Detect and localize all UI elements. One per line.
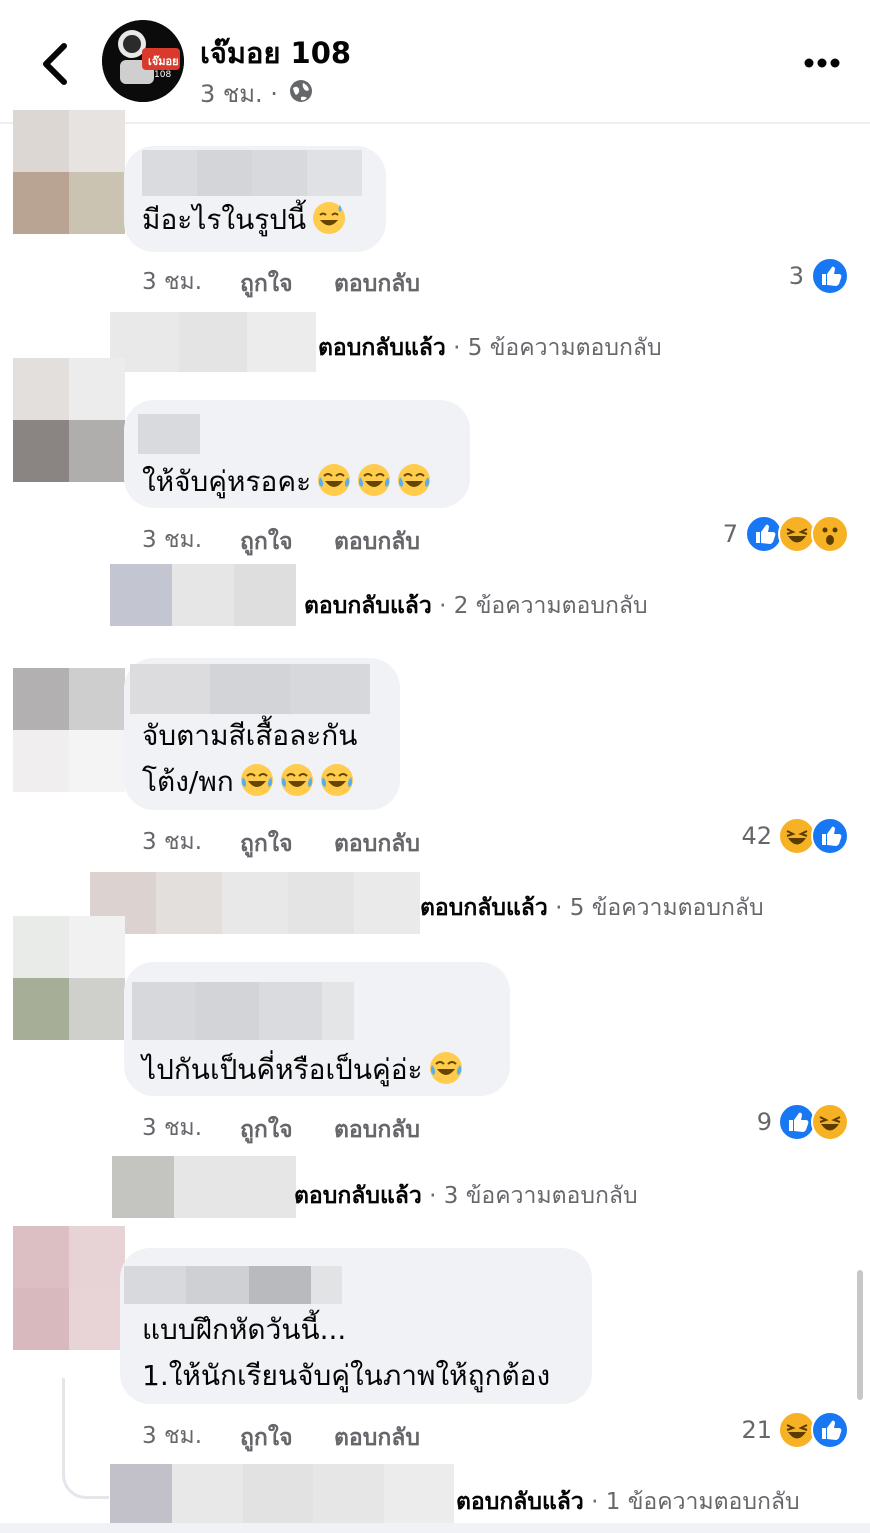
wow-reaction-icon[interactable]	[811, 515, 849, 553]
like-button[interactable]: ถูกใจ	[240, 1420, 293, 1456]
comment-text: จับตามสีเสื้อละกัน	[142, 719, 358, 752]
thread-connector-line	[62, 1378, 109, 1499]
replier-avatar[interactable]	[110, 564, 296, 626]
post-time: 3 ชม. ·	[200, 80, 278, 108]
tears-of-joy-emoji-icon	[398, 464, 431, 496]
view-replies-link[interactable]: ตอบกลับแล้ว · 5 ข้อความตอบกลับ	[420, 890, 764, 926]
haha-reaction-icon[interactable]	[811, 1103, 849, 1141]
comment-time: 3 ชม.	[142, 1115, 203, 1141]
reply-button[interactable]: ตอบกลับ	[334, 524, 420, 560]
commenter-name[interactable]	[132, 982, 354, 1040]
view-replies-link[interactable]: ตอบกลับแล้ว · 1 ข้อความตอบกลับ	[456, 1484, 800, 1520]
commenter-avatar[interactable]	[13, 916, 125, 1040]
reply-button[interactable]: ตอบกลับ	[334, 1112, 420, 1148]
comment-time: 3 ชม.	[142, 269, 203, 295]
commenter-avatar[interactable]	[13, 358, 125, 482]
comment-text: 1.ให้นักเรียนจับคู่ในภาพให้ถูกต้อง	[142, 1359, 551, 1392]
comment-text: มีอะไรในรูปนี้	[142, 198, 346, 242]
avatar-text: เจ๊มอย	[148, 55, 179, 68]
replier-avatar[interactable]	[110, 1464, 454, 1526]
reply-button[interactable]: ตอบกลับ	[334, 1420, 420, 1456]
like-button[interactable]: ถูกใจ	[240, 266, 293, 302]
comment-time: 3 ชม.	[142, 527, 203, 553]
reaction-count[interactable]: 3	[744, 262, 804, 290]
reaction-count[interactable]: 42	[712, 822, 772, 850]
commenter-name[interactable]	[124, 1266, 342, 1304]
reply-button[interactable]: ตอบกลับ	[334, 826, 420, 862]
page-avatar[interactable]: เจ๊มอย 108	[102, 20, 184, 102]
like-reaction-icon[interactable]	[811, 817, 849, 855]
tears-of-joy-emoji-icon	[429, 1052, 462, 1084]
tears-of-joy-emoji-icon	[280, 764, 313, 796]
commenter-avatar[interactable]	[13, 110, 125, 234]
comment-text: ให้จับคู่หรอคะ	[142, 460, 431, 504]
reaction-count[interactable]: 21	[712, 1416, 772, 1444]
back-chevron-icon[interactable]	[34, 38, 78, 90]
more-dots-icon[interactable]	[804, 56, 840, 70]
view-replies-link[interactable]: ตอบกลับแล้ว · 3 ข้อความตอบกลับ	[294, 1178, 638, 1214]
tears-of-joy-emoji-icon	[358, 464, 391, 496]
tears-of-joy-emoji-icon	[318, 464, 351, 496]
comment-text: ไปกันเป็นคี่หรือเป็นคู่อ่ะ	[142, 1048, 463, 1092]
sweat-smile-emoji-icon	[313, 202, 346, 234]
comment-text: แบบฝึกหัดวันนี้...	[142, 1313, 347, 1346]
reaction-count[interactable]: 7	[678, 520, 738, 548]
commenter-avatar[interactable]	[13, 668, 125, 792]
replier-avatar[interactable]	[110, 312, 316, 372]
like-button[interactable]: ถูกใจ	[240, 826, 293, 862]
commenter-name[interactable]	[138, 414, 200, 454]
bottom-edge	[0, 1523, 870, 1533]
replier-avatar[interactable]	[90, 872, 420, 934]
commenter-name[interactable]	[142, 150, 362, 196]
tears-of-joy-emoji-icon	[240, 764, 273, 796]
page-name[interactable]: เจ๊มอย 108	[200, 30, 351, 76]
view-replies-link[interactable]: ตอบกลับแล้ว · 2 ข้อความตอบกลับ	[304, 588, 648, 624]
replier-avatar[interactable]	[112, 1156, 296, 1218]
globe-icon	[290, 80, 312, 102]
like-reaction-icon[interactable]	[811, 1411, 849, 1449]
comment-text: โต้ง/พก	[142, 760, 354, 804]
like-button[interactable]: ถูกใจ	[240, 524, 293, 560]
reaction-count[interactable]: 9	[712, 1108, 772, 1136]
scrollbar[interactable]	[857, 1270, 863, 1400]
reply-button[interactable]: ตอบกลับ	[334, 266, 420, 302]
like-reaction-icon[interactable]	[811, 257, 849, 295]
comment-time: 3 ชม.	[142, 1423, 203, 1449]
like-button[interactable]: ถูกใจ	[240, 1112, 293, 1148]
commenter-avatar[interactable]	[13, 1226, 125, 1350]
tears-of-joy-emoji-icon	[320, 764, 353, 796]
avatar-subtext: 108	[154, 70, 172, 80]
comment-time: 3 ชม.	[142, 829, 203, 855]
commenter-name[interactable]	[130, 664, 370, 714]
view-replies-link[interactable]: ตอบกลับแล้ว · 5 ข้อความตอบกลับ	[318, 330, 662, 366]
